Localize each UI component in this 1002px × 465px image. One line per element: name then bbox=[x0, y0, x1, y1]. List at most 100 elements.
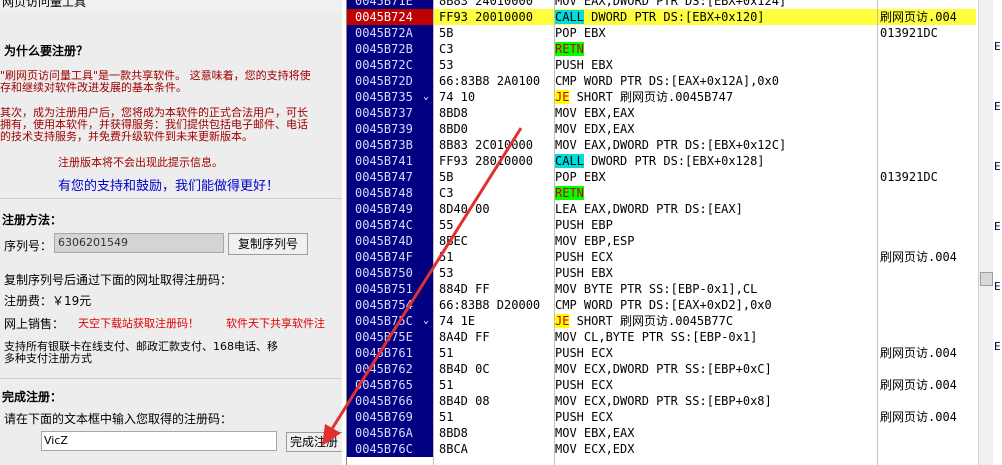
disasm-row[interactable]: 0045B741 FF93 28010000 CALL DWORD PTR DS:[… bbox=[347, 153, 1002, 169]
disasm-row[interactable]: 0045B72A 5B POP EBX 013921DC bbox=[347, 25, 1002, 41]
disasm-row[interactable]: 0045B747 5B POP EBX 013921DC bbox=[347, 169, 1002, 185]
operand-text: CMP WORD PTR DS:[EAX+0x12A],0x0 bbox=[555, 74, 779, 88]
comment-cell: 013921DC bbox=[880, 26, 938, 40]
para2-line1: 其次，成为注册用户后，您将成为本软件的正式合法用户，可长 bbox=[0, 107, 308, 119]
disasm-row[interactable]: 0045B73B 8B83 2C010000 MOV EAX,DWORD PTR D… bbox=[347, 137, 1002, 153]
operand-text: PUSH EBX bbox=[555, 58, 613, 72]
disasm-row[interactable]: 0045B761 51 PUSH ECX 刷网页访.004 bbox=[347, 345, 1002, 361]
disassembly-cell: MOV ECX,DWORD PTR SS:[EBP+0xC] bbox=[555, 361, 772, 377]
operand-text: MOV EBX,EAX bbox=[555, 426, 635, 440]
address-cell: 0045B73B bbox=[347, 137, 433, 153]
sky-download-link[interactable]: 天空下载站获取注册码！ bbox=[78, 315, 199, 331]
disasm-row[interactable]: 0045B76C 8BCA MOV ECX,EDX bbox=[347, 441, 1002, 457]
disassembly-cell: CMP WORD PTR DS:[EAX+0x12A],0x0 bbox=[555, 73, 779, 89]
para1-line1: "刷网页访问量工具"是一款共享软件。 这意味着，您的支持将使 bbox=[0, 70, 311, 82]
disasm-row[interactable]: 0045B74F 51 PUSH ECX 刷网页访.004 bbox=[347, 249, 1002, 265]
operand-text: MOV ECX,DWORD PTR SS:[EBP+0x8] bbox=[555, 394, 772, 408]
disasm-row[interactable]: 0045B748 C3 RETN bbox=[347, 185, 1002, 201]
disasm-row[interactable]: 0045B72B C3 RETN bbox=[347, 41, 1002, 57]
copy-serial-button[interactable]: 复制序列号 bbox=[228, 233, 308, 255]
hex-dump-cell: 8BD0 bbox=[439, 122, 468, 136]
operand-text: MOV ECX,EDX bbox=[555, 442, 635, 456]
operand-text: PUSH EBP bbox=[555, 218, 613, 232]
disassembly-cell: MOV EBP,ESP bbox=[555, 233, 634, 249]
disassembly-cell: RETN bbox=[555, 41, 584, 57]
serial-number-field[interactable]: 6306201549 bbox=[54, 233, 224, 253]
hex-dump-cell: 53 bbox=[439, 266, 454, 280]
comment-cell: 刷网页访.004 bbox=[880, 410, 957, 424]
disassembly-rows: 0045B71E 8B83 24010000 MOV EAX,DWORD PTR D… bbox=[347, 0, 1002, 457]
edge-char: E bbox=[994, 280, 1001, 293]
operand-text: MOV ECX,DWORD PTR SS:[EBP+0xC] bbox=[555, 362, 772, 376]
disasm-row[interactable]: 0045B75C ⌄ 74 1E JE SHORT 刷网页访.0045B77C bbox=[347, 313, 1002, 329]
disassembly-cell: MOV EBX,EAX bbox=[555, 425, 634, 441]
hex-dump-cell: 5B bbox=[439, 26, 454, 40]
disassembly-cell: CALL DWORD PTR DS:[EBX+0x120] bbox=[555, 9, 765, 25]
hex-dump-cell: 8BD8 bbox=[439, 426, 468, 440]
disasm-row[interactable]: 0045B765 51 PUSH ECX 刷网页访.004 bbox=[347, 377, 1002, 393]
address-cell: 0045B724 bbox=[347, 9, 433, 25]
dialog-title-text: 网页访问量工具 bbox=[2, 0, 87, 9]
address-cell: 0045B747 bbox=[347, 169, 433, 185]
disassembly-pane: 0045B71E 8B83 24010000 MOV EAX,DWORD PTR D… bbox=[346, 0, 1002, 465]
disasm-row[interactable]: 0045B724 FF93 20010000 CALL DWORD PTR DS:[… bbox=[347, 9, 1002, 25]
disasm-row[interactable]: 0045B750 53 PUSH EBX bbox=[347, 265, 1002, 281]
address-cell: 0045B750 bbox=[347, 265, 433, 281]
address-cell: 0045B71E bbox=[347, 0, 433, 9]
disassembly-cell: PUSH EBX bbox=[555, 265, 613, 281]
disasm-row[interactable]: 0045B76A 8BD8 MOV EBX,EAX bbox=[347, 425, 1002, 441]
hex-dump-cell: 55 bbox=[439, 218, 454, 232]
disassembly-cell: CMP WORD PTR DS:[EAX+0xD2],0x0 bbox=[555, 297, 772, 313]
hex-dump-cell: 51 bbox=[439, 250, 454, 264]
operand-text: MOV EDX,EAX bbox=[555, 122, 635, 136]
disasm-row[interactable]: 0045B75E 8A4D FF MOV CL,BYTE PTR SS:[EBP-0… bbox=[347, 329, 1002, 345]
disasm-row[interactable]: 0045B754 66:83B8 D20000 CMP WORD PTR DS:[E… bbox=[347, 297, 1002, 313]
disassembly-cell: CALL DWORD PTR DS:[EBX+0x128] bbox=[555, 153, 765, 169]
disasm-row[interactable]: 0045B766 8B4D 08 MOV ECX,DWORD PTR SS:[EBP… bbox=[347, 393, 1002, 409]
operand-text: PUSH EBX bbox=[555, 266, 613, 280]
disassembly-cell: PUSH ECX bbox=[555, 377, 613, 393]
edge-char: E bbox=[994, 160, 1001, 173]
operand-text: MOV CL,BYTE PTR SS:[EBP-0x1] bbox=[555, 330, 758, 344]
disasm-row[interactable]: 0045B74D 8BEC MOV EBP,ESP bbox=[347, 233, 1002, 249]
hex-dump-cell: 8B83 24010000 bbox=[439, 0, 533, 8]
scrollbar-thumb[interactable] bbox=[980, 272, 993, 286]
disasm-row[interactable]: 0045B739 8BD0 MOV EDX,EAX bbox=[347, 121, 1002, 137]
hex-dump-cell: 74 1E bbox=[439, 314, 476, 328]
hex-dump-cell: 8BD8 bbox=[439, 106, 468, 120]
address-cell: 0045B737 bbox=[347, 105, 433, 121]
reminder-text: 注册版本将不会出现此提示信息。 bbox=[58, 156, 223, 169]
disasm-row[interactable]: 0045B749 8D40 00 LEA EAX,DWORD PTR DS:[EAX… bbox=[347, 201, 1002, 217]
mnemonic-keyword: RETN bbox=[555, 186, 584, 200]
disasm-row[interactable]: 0045B735 ⌄ 74 10 JE SHORT 刷网页访.0045B747 bbox=[347, 89, 1002, 105]
operand-text: SHORT 刷网页访.0045B77C bbox=[569, 314, 734, 328]
operand-text: PUSH ECX bbox=[555, 410, 613, 424]
divider bbox=[0, 198, 342, 199]
disasm-row[interactable]: 0045B751 884D FF MOV BYTE PTR SS:[EBP-0x1]… bbox=[347, 281, 1002, 297]
comment-cell: 刷网页访.004 bbox=[880, 346, 957, 360]
thanks-text: 有您的支持和鼓励，我们能做得更好！ bbox=[58, 179, 280, 194]
disasm-row[interactable]: 0045B72D 66:83B8 2A0100 CMP WORD PTR DS:[E… bbox=[347, 73, 1002, 89]
address-cell: 0045B748 bbox=[347, 185, 433, 201]
registration-code-input[interactable]: VicZ bbox=[41, 431, 277, 451]
disasm-row[interactable]: 0045B72C 53 PUSH EBX bbox=[347, 57, 1002, 73]
operand-text: MOV BYTE PTR SS:[EBP-0x1],CL bbox=[555, 282, 758, 296]
mnemonic-keyword: RETN bbox=[555, 42, 584, 56]
vertical-scrollbar[interactable] bbox=[978, 0, 994, 465]
disasm-row[interactable]: 0045B762 8B4D 0C MOV ECX,DWORD PTR SS:[EBP… bbox=[347, 361, 1002, 377]
address-cell: 0045B751 bbox=[347, 281, 433, 297]
disasm-row[interactable]: 0045B769 51 PUSH ECX 刷网页访.004 bbox=[347, 409, 1002, 425]
address-cell: 0045B72A bbox=[347, 25, 433, 41]
address-cell: 0045B761 bbox=[347, 345, 433, 361]
disasm-row[interactable]: 0045B71E 8B83 24010000 MOV EAX,DWORD PTR D… bbox=[347, 0, 1002, 9]
disassembly-cell: MOV BYTE PTR SS:[EBP-0x1],CL bbox=[555, 281, 757, 297]
complete-registration-button[interactable]: 完成注册 bbox=[286, 432, 342, 452]
jump-marker: ⌄ bbox=[423, 315, 430, 326]
enter-code-hint: 请在下面的文本框中输入您取得的注册码： bbox=[4, 412, 233, 426]
operand-text: POP EBX bbox=[555, 170, 606, 184]
software-world-link[interactable]: 软件天下共享软件注 bbox=[226, 315, 325, 331]
copy-hint-text: 复制序列号后通过下面的网址取得注册码： bbox=[4, 273, 233, 287]
disasm-row[interactable]: 0045B737 8BD8 MOV EBX,EAX bbox=[347, 105, 1002, 121]
comment-cell: 刷网页访.004 bbox=[880, 378, 957, 392]
disasm-row[interactable]: 0045B74C 55 PUSH EBP bbox=[347, 217, 1002, 233]
